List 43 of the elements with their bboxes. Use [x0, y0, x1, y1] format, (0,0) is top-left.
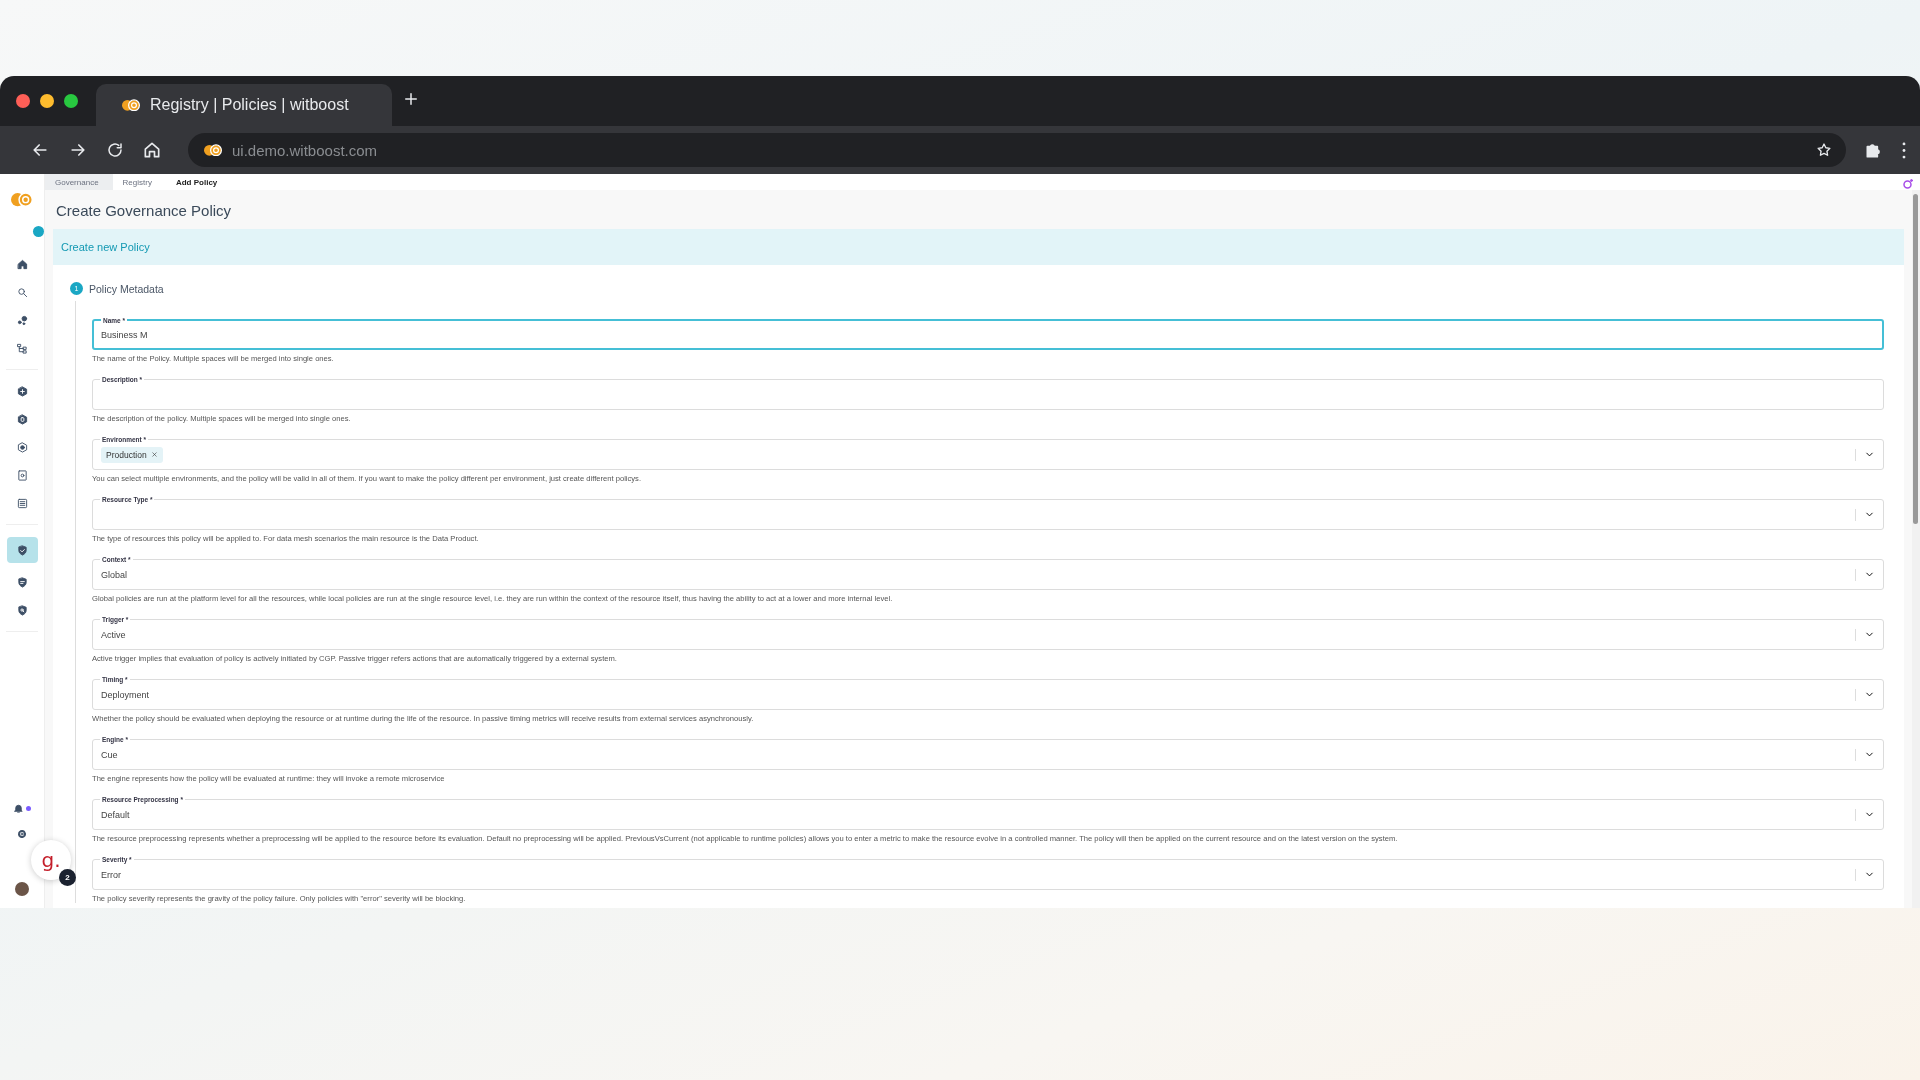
page-title: Create Governance Policy	[56, 202, 233, 219]
minimize-window-button[interactable]	[40, 94, 54, 108]
section-banner: Create new Policy	[53, 229, 1904, 265]
ring-icon	[1902, 178, 1914, 190]
address-bar[interactable]: ui.demo.witboost.com	[188, 133, 1846, 167]
breadcrumb[interactable]: Governance	[45, 174, 113, 190]
nav-item[interactable]	[6, 537, 38, 564]
kebab-menu-icon[interactable]	[1902, 141, 1906, 159]
close-window-button[interactable]	[16, 94, 30, 108]
select-value: Active	[101, 629, 127, 640]
logo-icon	[204, 143, 222, 157]
select-value: Global	[101, 569, 128, 580]
shield-check-icon	[16, 544, 28, 556]
browser-tab[interactable]: Registry | Policies | witboost	[96, 84, 392, 126]
select-value: Cue	[101, 749, 119, 760]
logo-icon	[122, 98, 140, 112]
shield-search-icon	[16, 604, 28, 616]
search-icon	[16, 286, 28, 298]
bell-icon	[13, 803, 24, 814]
home-icon	[16, 258, 28, 270]
reload-icon	[106, 141, 124, 159]
scrollbar[interactable]	[1912, 190, 1920, 908]
input-value: Business M	[101, 329, 149, 340]
maximize-window-button[interactable]	[64, 94, 78, 108]
hexagon-plus-icon	[16, 385, 28, 397]
close-icon	[150, 451, 158, 458]
hexagon-ring-icon	[16, 441, 28, 453]
select-value: Deployment	[101, 689, 151, 700]
shield-list-icon	[16, 576, 28, 588]
hierarchy-icon	[16, 342, 28, 354]
home-icon	[142, 140, 162, 160]
plus-icon	[402, 90, 420, 108]
star-icon	[1816, 142, 1832, 158]
list-icon	[16, 497, 28, 509]
step-title: Policy Metadata	[89, 282, 164, 295]
user-avatar[interactable]	[15, 882, 29, 896]
logo-icon	[11, 192, 33, 208]
hexagon-icon	[16, 413, 28, 425]
select-value: Default	[101, 809, 131, 820]
select-value: Error	[101, 869, 122, 880]
chip[interactable]: Production	[101, 446, 163, 463]
expand-sidebar-button[interactable]	[33, 226, 44, 237]
bubbles-icon	[16, 314, 28, 326]
